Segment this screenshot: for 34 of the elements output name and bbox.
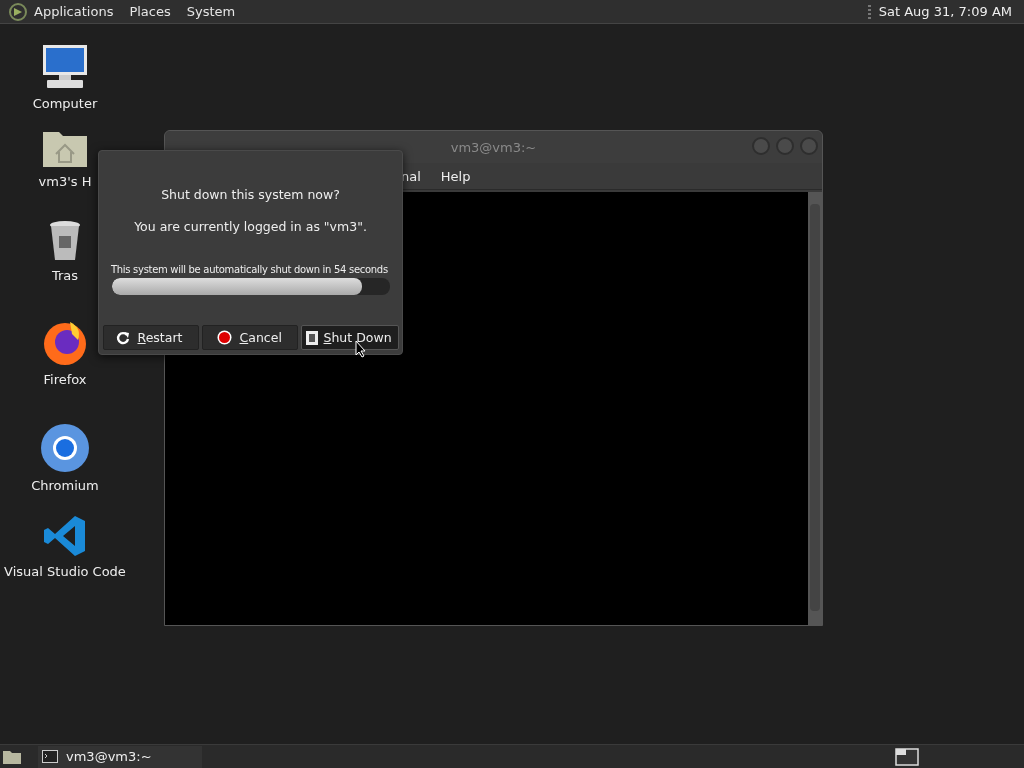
desktop-icon-label[interactable]: Firefox <box>43 372 87 387</box>
countdown-text: This system will be automatically shut down in 54 seconds <box>110 264 389 275</box>
panel-handle-icon <box>867 4 871 19</box>
show-desktop-icon[interactable] <box>2 748 22 765</box>
window-title: vm3@vm3:~ <box>450 139 537 155</box>
mouse-cursor <box>355 340 367 358</box>
logo-icon[interactable] <box>8 1 28 22</box>
clock[interactable]: Sat Aug 31, 7:09 AM <box>878 4 1012 19</box>
dialog-message: You are currently logged in as "vm3". <box>134 219 367 234</box>
taskbar-button[interactable]: vm3@vm3:~ <box>38 745 202 768</box>
terminal-icon <box>42 750 58 763</box>
desktop-icon-label[interactable]: Tras <box>51 268 79 283</box>
dialog-button[interactable]: Cancel <box>201 325 298 350</box>
power-switch-icon <box>304 329 319 346</box>
trash-icon[interactable] <box>49 220 81 262</box>
chromium-icon[interactable] <box>41 424 89 472</box>
menu-item[interactable]: Help <box>440 168 471 184</box>
panel-menu[interactable]: Applications <box>34 4 114 19</box>
scrollbar[interactable] <box>808 192 822 625</box>
panel-menu[interactable]: Places <box>129 4 171 19</box>
workspace-switcher-icon[interactable] <box>895 747 919 766</box>
desktop-icon-label[interactable]: Chromium <box>31 478 99 493</box>
panel-menu[interactable]: System <box>186 4 236 19</box>
desktop-icon-label[interactable]: Visual Studio Code <box>4 564 126 579</box>
refresh-icon <box>115 330 130 345</box>
stop-icon <box>216 330 232 345</box>
desktop-icon-label[interactable]: vm3's H <box>38 174 92 189</box>
dialog-button[interactable]: Shut Down <box>300 325 399 350</box>
firefox-icon[interactable] <box>42 320 88 366</box>
desktop-icon-label[interactable]: Computer <box>32 96 98 111</box>
computer-icon[interactable] <box>41 44 89 90</box>
dialog-heading: Shut down this system now? <box>161 187 340 202</box>
code-editor-icon[interactable] <box>43 514 87 558</box>
dialog-button[interactable]: Restart <box>102 325 199 350</box>
